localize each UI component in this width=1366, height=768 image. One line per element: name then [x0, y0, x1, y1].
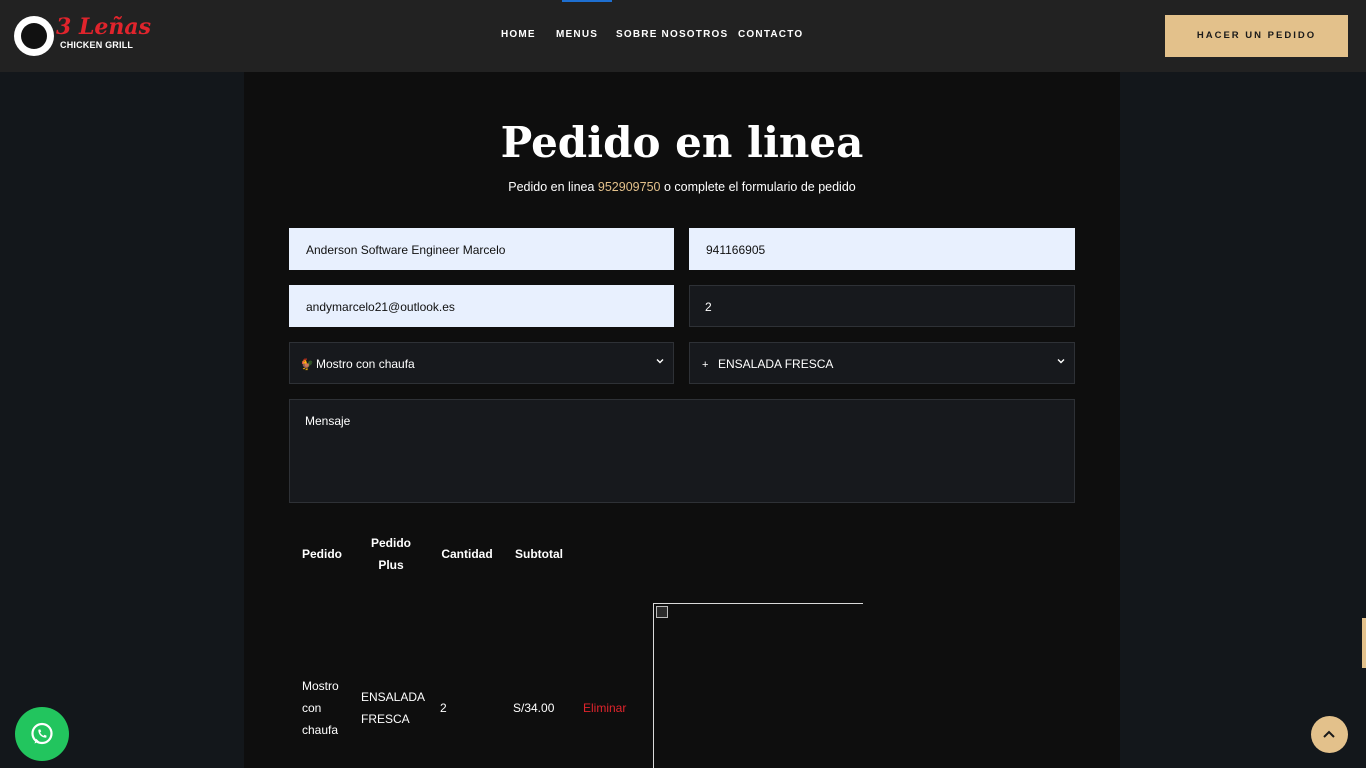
phone-input[interactable]: 941166905 — [689, 228, 1075, 270]
extra-select[interactable]: + ENSALADA FRESCA — [689, 342, 1075, 384]
header-quantity: Cantidad — [441, 547, 493, 561]
extra-value: ENSALADA FRESCA — [718, 357, 834, 371]
chevron-down-icon — [1056, 343, 1066, 383]
nav-active-indicator — [562, 0, 612, 2]
cell-order-line1: Mostro — [302, 679, 339, 693]
cell-order-line3: chaufa — [302, 723, 339, 737]
nav-home[interactable]: HOME — [501, 29, 536, 40]
dish-value: Mostro con chaufa — [316, 357, 415, 371]
delete-link[interactable]: Eliminar — [583, 697, 626, 719]
page-title: Pedido en linea — [500, 118, 864, 167]
email-input[interactable]: andymarcelo21@outlook.es — [289, 285, 674, 327]
plus-icon: + — [702, 359, 709, 371]
chicken-icon: 🐓 — [300, 359, 314, 371]
quantity-value: 2 — [705, 300, 712, 314]
email-value: andymarcelo21@outlook.es — [306, 300, 455, 314]
header-subtotal: Subtotal — [515, 547, 563, 561]
order-button[interactable]: HACER UN PEDIDO — [1165, 15, 1348, 57]
name-value: Anderson Software Engineer Marcelo — [306, 243, 506, 257]
header-plus-line2: Plus — [378, 558, 404, 572]
whatsapp-button[interactable] — [15, 707, 69, 761]
phone-link[interactable]: 952909750 — [598, 180, 661, 194]
cell-subtotal: S/34.00 — [513, 701, 555, 715]
header-order: Pedido — [301, 547, 342, 561]
cell-quantity: 2 — [440, 701, 447, 715]
subtitle-prefix: Pedido en linea — [508, 180, 598, 194]
name-input[interactable]: Anderson Software Engineer Marcelo — [289, 228, 674, 270]
nav-contact[interactable]: CONTACTO — [738, 29, 803, 40]
phone-value: 941166905 — [706, 243, 766, 257]
scroll-to-top-button[interactable] — [1311, 716, 1348, 753]
subtitle-suffix: o complete el formulario de pedido — [660, 180, 856, 194]
page-subtitle: Pedido en linea 952909750 o complete el … — [244, 180, 1120, 194]
header-plus-line1: Pedido — [370, 536, 411, 550]
whatsapp-icon — [31, 722, 53, 745]
scrollbar-thumb[interactable] — [1362, 618, 1366, 668]
nav-about[interactable]: SOBRE NOSOTROS — [616, 29, 728, 40]
message-placeholder: Mensaje — [305, 414, 351, 428]
message-textarea[interactable]: Mensaje — [289, 399, 1075, 503]
product-image — [653, 603, 863, 768]
site-header: 3 Leñas CHICKEN GRILL HOME MENUS SOBRE N… — [0, 0, 1366, 72]
cell-order-line2: con — [302, 701, 322, 715]
nav-menus[interactable]: MENUS — [556, 29, 598, 40]
main-nav: HOME MENUS SOBRE NOSOTROS CONTACTO — [0, 0, 1366, 72]
chevron-down-icon — [655, 343, 665, 383]
cell-plus-line2: FRESCA — [361, 712, 410, 726]
quantity-input[interactable]: 2 — [689, 285, 1075, 327]
chevron-up-icon — [1323, 730, 1335, 738]
cell-plus-line1: ENSALADA — [361, 690, 426, 704]
dish-select[interactable]: 🐓 Mostro con chaufa — [289, 342, 674, 384]
